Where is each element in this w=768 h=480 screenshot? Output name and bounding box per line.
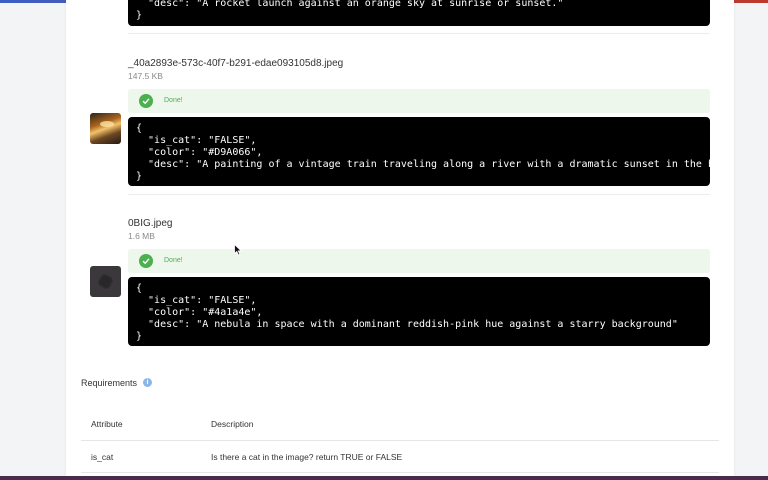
status-banner: Done! [128,249,710,273]
info-icon[interactable]: i [143,378,152,387]
row-attribute: is_cat [91,452,114,462]
entry-divider [128,194,710,195]
json-result-block: { "is_cat": "FALSE", "color": "#D9A066",… [128,117,710,186]
status-text: Done! [164,97,183,104]
file-size: 147.5 KB [128,71,163,81]
entry-divider [128,33,710,34]
results-panel: "desc": "A rocket launch against an oran… [66,0,734,476]
json-result-block: "desc": "A rocket launch against an oran… [128,0,710,26]
file-size: 1.6 MB [128,231,155,241]
json-result-block: { "is_cat": "FALSE", "color": "#4a1a4e",… [128,277,710,346]
column-header-attribute: Attribute [91,419,123,429]
train-sunset-thumbnail[interactable] [90,113,121,144]
check-circle-icon [139,94,153,108]
file-name: 0BIG.jpeg [128,218,173,229]
table-rule [81,440,719,441]
column-header-description: Description [211,419,254,429]
status-text: Done! [164,257,183,264]
check-circle-icon [139,254,153,268]
table-rule [81,472,719,473]
row-description: Is there a cat in the image? return TRUE… [211,452,403,462]
file-name: _40a2893e-573c-40f7-b291-edae093105d8.jp… [128,58,344,69]
mouse-cursor-icon [234,244,242,256]
status-banner: Done! [128,89,710,113]
bottom-bar [0,476,768,480]
nebula-thumbnail[interactable] [90,266,121,297]
requirements-heading: Requirements [81,378,138,388]
